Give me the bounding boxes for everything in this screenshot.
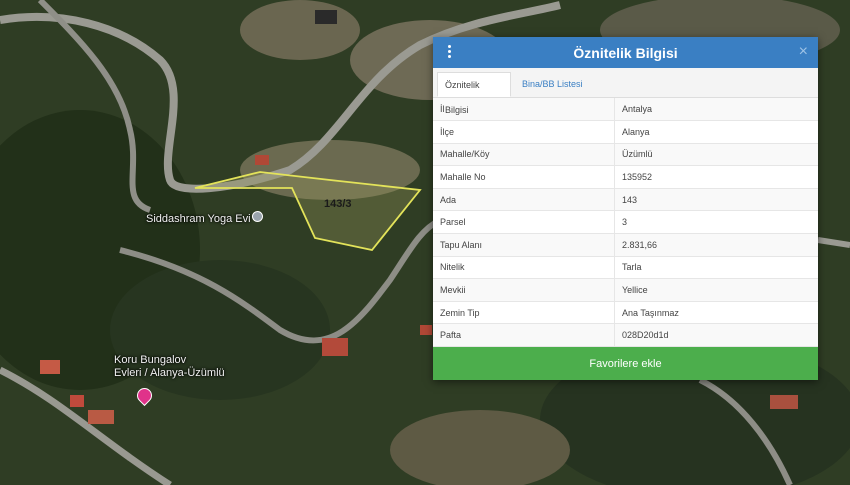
attribute-key: İlçe xyxy=(433,120,615,144)
attribute-value: 028D20d1d xyxy=(614,323,818,348)
panel-title: Öznitelik Bilgisi xyxy=(573,45,678,61)
table-row: Mevkii Yellice xyxy=(433,278,818,302)
attribute-key: Pafta xyxy=(433,323,615,348)
attribute-table: İl Antalya İlçe Alanya Mahalle/Köy Üzümlü Maha… xyxy=(433,98,818,348)
attribute-value: Tarla xyxy=(614,256,818,280)
table-row: Tapu Alanı 2.831,66 xyxy=(433,233,818,257)
add-to-favorites-button[interactable]: Favorilere ekle xyxy=(433,347,818,380)
attribute-key: Nitelik xyxy=(433,256,615,280)
table-row: Zemin Tip Ana Taşınmaz xyxy=(433,301,818,325)
close-icon[interactable]: × xyxy=(799,43,808,61)
attribute-value: Alanya xyxy=(614,120,818,144)
place-label-yoga: Siddashram Yoga Evi xyxy=(146,213,251,225)
attribute-value: Antalya xyxy=(614,98,818,122)
attribute-value: 3 xyxy=(614,210,818,235)
attribute-key: Parsel xyxy=(433,210,615,235)
attribute-key: Ada xyxy=(433,188,615,212)
attribute-info-panel: Öznitelik Bilgisi × Öznitelik Bilgisi Bi… xyxy=(433,37,818,380)
table-row: Mahalle No 135952 xyxy=(433,165,818,189)
attribute-value: 135952 xyxy=(614,165,818,189)
place-marker-icon[interactable] xyxy=(252,211,263,222)
table-row: Nitelik Tarla xyxy=(433,256,818,280)
attribute-value: Yellice xyxy=(614,278,818,302)
table-row: Mahalle/Köy Üzümlü xyxy=(433,143,818,167)
table-row: Ada 143 xyxy=(433,188,818,212)
attribute-key: Mahalle/Köy xyxy=(433,143,615,167)
table-row: İlçe Alanya xyxy=(433,120,818,144)
tab-building-list[interactable]: Bina/BB Listesi xyxy=(515,72,590,97)
attribute-key: Tapu Alanı xyxy=(433,233,615,257)
attribute-value: 2.831,66 xyxy=(614,233,818,257)
place-label-bungalov: Koru Bungalov Evleri / Alanya-Üzümlü xyxy=(114,354,225,379)
parcel-number-label: 143/3 xyxy=(324,198,352,210)
panel-header: Öznitelik Bilgisi × xyxy=(433,37,818,68)
attribute-key: Mahalle No xyxy=(433,165,615,189)
table-row: Parsel 3 xyxy=(433,210,818,235)
attribute-key: Zemin Tip xyxy=(433,301,615,325)
attribute-key: Mevkii xyxy=(433,278,615,302)
panel-tabs: Öznitelik Bilgisi Bina/BB Listesi xyxy=(433,68,818,115)
table-row: İl Antalya xyxy=(433,98,818,122)
attribute-value: 143 xyxy=(614,188,818,212)
table-row: Pafta 028D20d1d xyxy=(433,323,818,348)
tab-attribute-info[interactable]: Öznitelik Bilgisi xyxy=(437,72,511,115)
attribute-value: Üzümlü xyxy=(614,143,818,167)
attribute-value: Ana Taşınmaz xyxy=(614,301,818,325)
